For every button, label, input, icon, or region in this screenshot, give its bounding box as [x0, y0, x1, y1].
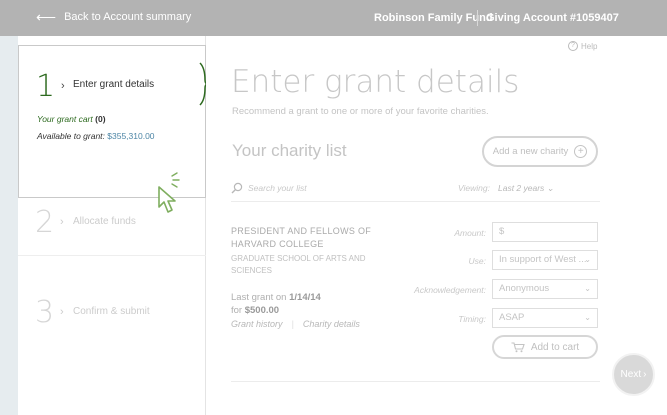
top-bar: ⟵ Back to Account summary Robinson Famil… [0, 0, 667, 36]
search-row: Search your list Viewing: Last 2 years ⌄ [231, 180, 600, 202]
timing-label: Timing: [458, 314, 486, 324]
step-1-number: 1 [36, 69, 56, 104]
steps-sidebar: 1 › Enter grant details Your grant cart … [18, 36, 206, 415]
charity-name-line1: PRESIDENT AND FELLOWS OF [231, 226, 372, 236]
grant-history-link[interactable]: Grant history [231, 319, 283, 329]
chevron-right-icon: › [61, 80, 65, 92]
step-2-label: Allocate funds [73, 216, 136, 227]
fund-name: Robinson Family Fund [374, 12, 493, 24]
back-arrow-icon: ⟵ [36, 9, 57, 25]
acknowledgement-value: Anonymous [499, 283, 550, 294]
last-grant-info: Last grant on 1/14/14 for $500.00 [231, 291, 321, 317]
amount-input[interactable]: $ [492, 222, 598, 242]
back-label: Back to Account summary [64, 11, 192, 23]
chevron-down-icon: ⌄ [584, 284, 591, 293]
last-grant-for: for [231, 305, 243, 316]
use-select[interactable]: In support of West ... ⌄ [492, 250, 598, 270]
back-link[interactable]: ⟵ Back to Account summary [36, 9, 192, 25]
use-label: Use: [468, 256, 486, 266]
step-3-number: 3 [35, 295, 55, 330]
chevron-down-icon: ⌄ [546, 183, 554, 193]
viewing-value: Last 2 years [498, 183, 545, 193]
amount-label: Amount: [454, 228, 486, 238]
chevron-right-icon: › [643, 369, 647, 380]
plus-icon: + [574, 145, 588, 158]
search-input[interactable]: Search your list [248, 183, 307, 193]
charity-name: PRESIDENT AND FELLOWS OF HARVARD COLLEGE [231, 225, 371, 251]
available-to-grant: Available to grant: $355,310.00 [37, 131, 155, 141]
amount-placeholder: $ [499, 226, 505, 237]
next-label: Next [620, 369, 642, 380]
add-charity-label: Add a new charity [492, 146, 569, 157]
acknowledgement-select[interactable]: Anonymous ⌄ [492, 279, 598, 299]
charity-list-title: Your charity list [232, 141, 347, 160]
viewing-select[interactable]: Last 2 years ⌄ [498, 183, 554, 194]
timing-select[interactable]: ASAP ⌄ [492, 308, 598, 328]
topbar-divider [477, 10, 478, 26]
charity-dept-line1: GRADUATE SCHOOL OF ARTS AND [231, 254, 366, 263]
charity-name-line2: HARVARD COLLEGE [231, 239, 324, 249]
last-grant-date: 1/14/14 [289, 292, 321, 303]
help-link[interactable]: ? Help [568, 41, 597, 51]
cart-icon [511, 341, 525, 352]
add-charity-button[interactable]: Add a new charity + [482, 136, 598, 167]
acknowledgement-label: Acknowledgement: [414, 285, 486, 295]
add-to-cart-button[interactable]: Add to cart [492, 335, 598, 359]
step-3-label: Confirm & submit [73, 306, 150, 317]
search-icon [231, 182, 243, 194]
grant-cart[interactable]: Your grant cart (0) [37, 114, 106, 124]
step-2-number: 2 [35, 205, 55, 240]
page-title: Enter grant details [231, 64, 520, 100]
help-label: Help [581, 41, 598, 51]
link-divider: | [291, 319, 294, 329]
next-button[interactable]: Next › [612, 353, 655, 396]
last-grant-prefix: Last grant on [231, 292, 287, 303]
step-1-panel[interactable]: 1 › Enter grant details Your grant cart … [18, 45, 206, 213]
step-1-label: Enter grant details [73, 79, 155, 90]
charity-links: Grant history | Charity details [231, 319, 360, 329]
question-icon: ? [568, 41, 578, 51]
divider [231, 381, 600, 382]
step-2-item[interactable]: 2 › Allocate funds [18, 196, 206, 256]
timing-value: ASAP [499, 312, 525, 323]
chevron-right-icon: › [60, 216, 64, 228]
viewing-label: Viewing: [458, 183, 490, 193]
grant-cart-count: (0) [95, 114, 106, 124]
available-label: Available to grant: [37, 131, 105, 141]
charity-department: GRADUATE SCHOOL OF ARTS AND SCIENCES [231, 253, 366, 277]
charity-dept-line2: SCIENCES [231, 266, 272, 275]
use-value: In support of West ... [499, 254, 587, 265]
last-grant-amount: $500.00 [244, 305, 280, 316]
page-subtitle: Recommend a grant to one or more of your… [232, 106, 489, 117]
add-to-cart-label: Add to cart [530, 341, 580, 353]
account-number: Giving Account #1059407 [486, 12, 619, 24]
chevron-down-icon: ⌄ [584, 255, 591, 264]
grant-cart-label: Your grant cart [37, 114, 93, 124]
charity-details-link[interactable]: Charity details [303, 319, 360, 329]
chevron-right-icon: › [60, 306, 64, 318]
chevron-down-icon: ⌄ [584, 313, 591, 322]
step-3-item[interactable]: 3 › Confirm & submit [18, 286, 206, 346]
available-amount: $355,310.00 [107, 131, 155, 141]
